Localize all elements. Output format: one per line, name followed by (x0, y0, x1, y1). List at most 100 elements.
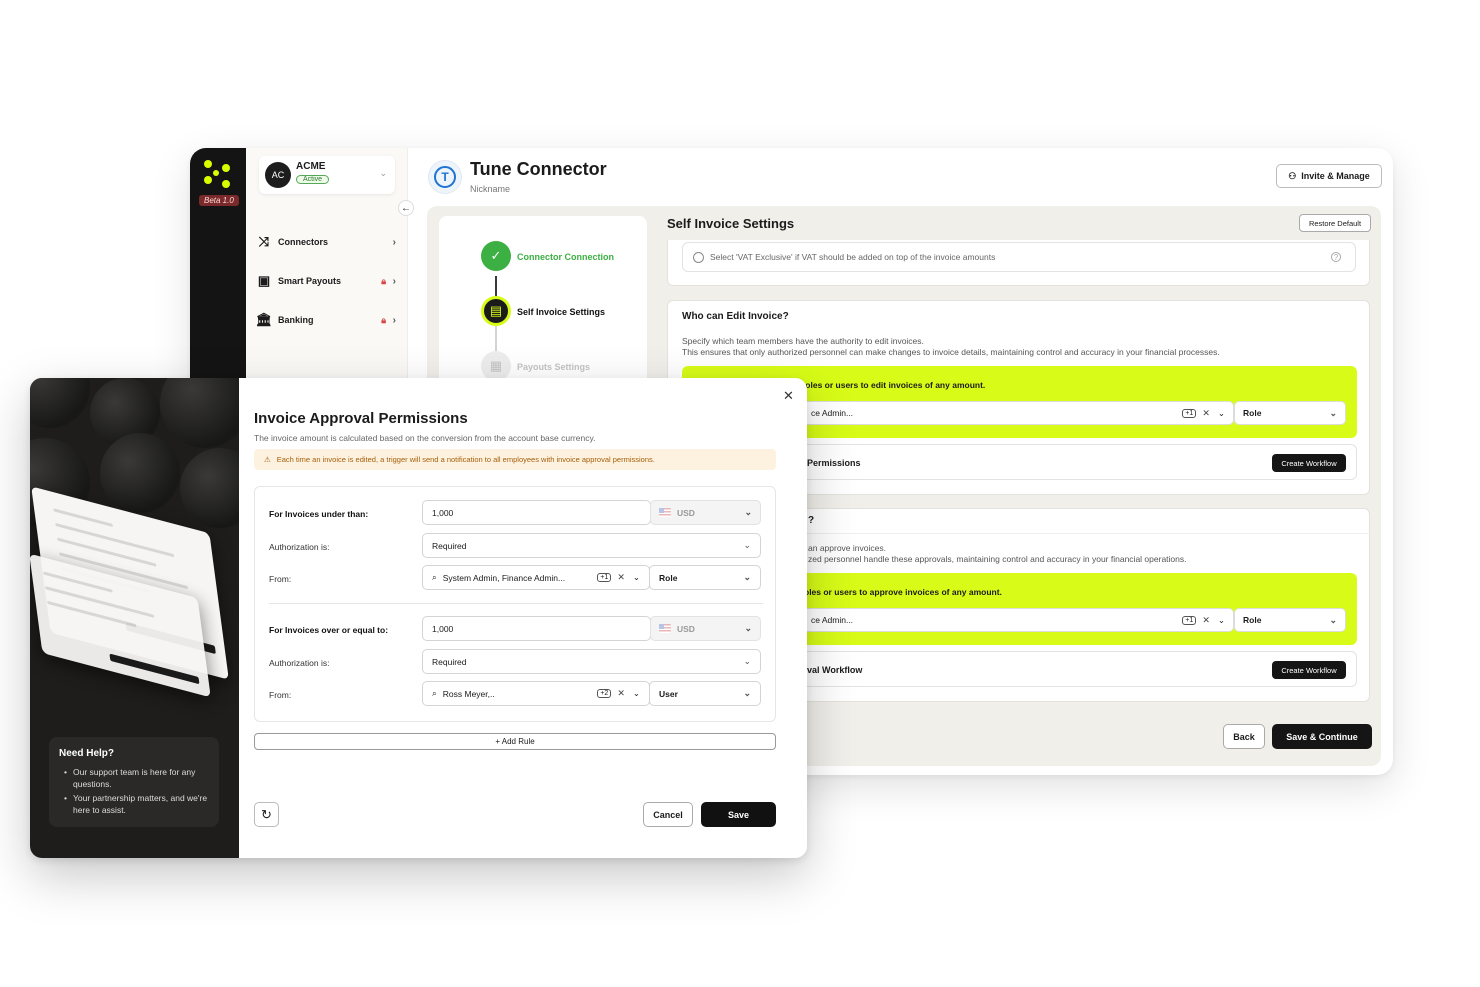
edit-invoice-desc: Specify which team members have the auth… (682, 336, 924, 346)
arrow-left-icon: ← (401, 202, 411, 214)
chevron-down-icon: ⌄ (743, 540, 751, 550)
check-icon: ✓ (481, 241, 511, 271)
us-flag-icon (659, 508, 671, 517)
vat-panel: Select 'VAT Exclusive' if VAT should be … (667, 240, 1370, 286)
rules-container: For Invoices under than: 1,000 USD ⌄ Aut… (254, 486, 776, 722)
decorative-orb (160, 378, 239, 448)
warning-text: Each time an invoice is edited, a trigge… (276, 455, 655, 464)
chevron-down-icon: ⌄ (744, 623, 752, 633)
rule1-from-label: From: (269, 574, 292, 584)
count-chip: +1 (1182, 408, 1197, 418)
nickname-field[interactable]: Nickname (470, 184, 510, 194)
approve-users-value: ce Admin... (811, 615, 854, 625)
org-switcher[interactable]: AC ACME Active ⌄ (259, 156, 395, 194)
connector-logo: T (428, 160, 462, 194)
edit-role-select[interactable]: Role ⌄ (1234, 401, 1346, 425)
close-icon[interactable]: ✕ (783, 388, 794, 404)
edit-workflow-label: Permissions (807, 458, 861, 468)
edit-invoice-desc-2: This ensures that only authorized person… (682, 347, 1220, 357)
close-icon[interactable]: ✕ (1202, 408, 1210, 419)
chevron-down-icon: ⌄ (1217, 407, 1225, 418)
connector-logo-letter: T (434, 166, 456, 188)
chevron-down-icon: ⌄ (1329, 407, 1337, 418)
rule1-currency-select[interactable]: USD ⌄ (650, 500, 761, 525)
chevron-down-icon: ⌄ (1217, 614, 1225, 625)
step-payouts-settings[interactable]: Payouts Settings (517, 362, 590, 372)
count-chip: +1 (597, 573, 612, 582)
preview-line (44, 586, 155, 618)
refresh-icon: ↻ (261, 806, 272, 822)
rule1-type-select[interactable]: Role ⌄ (649, 565, 761, 590)
vat-exclusive-option[interactable]: Select 'VAT Exclusive' if VAT should be … (682, 242, 1356, 272)
rule1-currency-value: USD (677, 507, 695, 518)
sidebar-item-label: Connectors (278, 237, 329, 247)
sidebar-item-banking[interactable]: 🏛︎ Banking 🔒︎ › (256, 310, 398, 330)
rule1-from-select[interactable]: ⌕ System Admin, Finance Admin... +1 ✕ ⌄ (422, 565, 650, 590)
approve-users-select[interactable]: ce Admin... +1 ✕ ⌄ (802, 608, 1234, 632)
rule2-from-label: From: (269, 690, 292, 700)
approve-invoice-title: ? (808, 515, 815, 526)
org-name: ACME (296, 161, 326, 172)
approve-role-value: Role (1243, 615, 1262, 625)
back-button[interactable]: Back (1223, 724, 1265, 749)
invite-manage-button[interactable]: ⚇ Invite & Manage (1276, 164, 1382, 188)
close-icon[interactable]: ✕ (617, 688, 625, 699)
save-continue-button[interactable]: Save & Continue (1272, 724, 1372, 749)
help-card: Need Help? Our support team is here for … (49, 737, 219, 827)
sidebar-item-smart-payouts[interactable]: ▣ Smart Payouts 🔒︎ › (256, 271, 398, 291)
create-workflow-button[interactable]: Create Workflow (1272, 454, 1346, 472)
radio-button[interactable] (693, 251, 704, 263)
rule1-type-value: Role (659, 572, 678, 583)
app-logo[interactable] (203, 159, 233, 189)
edit-role-value: Role (1243, 408, 1262, 418)
rule2-currency-value: USD (677, 623, 695, 634)
rule2-auth-select[interactable]: Required ⌄ (422, 649, 761, 674)
save-button[interactable]: Save (701, 802, 776, 827)
lock-icon: 🔒︎ (381, 275, 386, 286)
close-icon[interactable]: ✕ (1202, 615, 1210, 626)
chevron-down-icon: ⌄ (379, 168, 387, 178)
status-badge: Active (296, 175, 330, 184)
step-self-invoice-settings[interactable]: Self Invoice Settings (517, 307, 605, 317)
chevron-down-icon: ⌄ (632, 572, 640, 582)
edit-users-select[interactable]: ce Admin... +1 ✕ ⌄ (802, 401, 1234, 425)
preview-line (57, 537, 157, 567)
invite-manage-label: Invite & Manage (1301, 171, 1370, 181)
count-chip: +2 (597, 689, 612, 698)
user-gear-icon: ⚇ (1288, 170, 1297, 181)
collapse-sidebar-button[interactable]: ← (398, 200, 414, 216)
add-rule-button[interactable]: + Add Rule (254, 733, 776, 750)
cancel-button[interactable]: Cancel (643, 802, 693, 827)
close-icon[interactable]: ✕ (617, 572, 625, 583)
chevron-down-icon: ⌄ (1329, 614, 1337, 625)
chevron-down-icon: ⌄ (743, 688, 751, 698)
help-title: Need Help? (59, 748, 115, 759)
rule1-auth-value: Required (432, 540, 467, 551)
decorative-orb (30, 378, 90, 428)
rule2-currency-select[interactable]: USD ⌄ (650, 616, 761, 641)
beta-badge: Beta 1.0 (199, 195, 239, 206)
avatar: AC (265, 162, 291, 188)
sidebar-item-connectors[interactable]: ⤨ Connectors › (256, 232, 398, 252)
edit-invoice-title: Who can Edit Invoice? (682, 311, 789, 322)
rule2-type-select[interactable]: User ⌄ (649, 681, 761, 706)
rule1-auth-select[interactable]: Required ⌄ (422, 533, 761, 558)
reset-button[interactable]: ↻ (254, 802, 279, 827)
rule2-from-select[interactable]: ⌕ Ross Meyer,.. +2 ✕ ⌄ (422, 681, 650, 706)
chevron-right-icon: › (392, 275, 396, 287)
help-icon[interactable]: ? (1331, 252, 1341, 262)
create-workflow-button[interactable]: Create Workflow (1272, 661, 1346, 679)
rule2-from-value: Ross Meyer,.. (442, 688, 495, 699)
chevron-down-icon: ⌄ (743, 572, 751, 582)
edit-permissions-label: roles or users to edit invoices of any a… (802, 380, 986, 390)
bank-icon: 🏛︎ (255, 312, 273, 327)
restore-default-button[interactable]: Restore Default (1299, 214, 1371, 232)
search-icon: ⌕ (432, 688, 437, 698)
modal-title: Invoice Approval Permissions (254, 410, 468, 427)
warning-icon: ⚠ (264, 455, 271, 464)
rule2-amount-input[interactable]: 1,000 (422, 616, 651, 641)
approve-role-select[interactable]: Role ⌄ (1234, 608, 1346, 632)
step-connector-connection[interactable]: Connector Connection (517, 252, 614, 262)
rule1-amount-input[interactable]: 1,000 (422, 500, 651, 525)
chevron-right-icon: › (392, 236, 396, 248)
